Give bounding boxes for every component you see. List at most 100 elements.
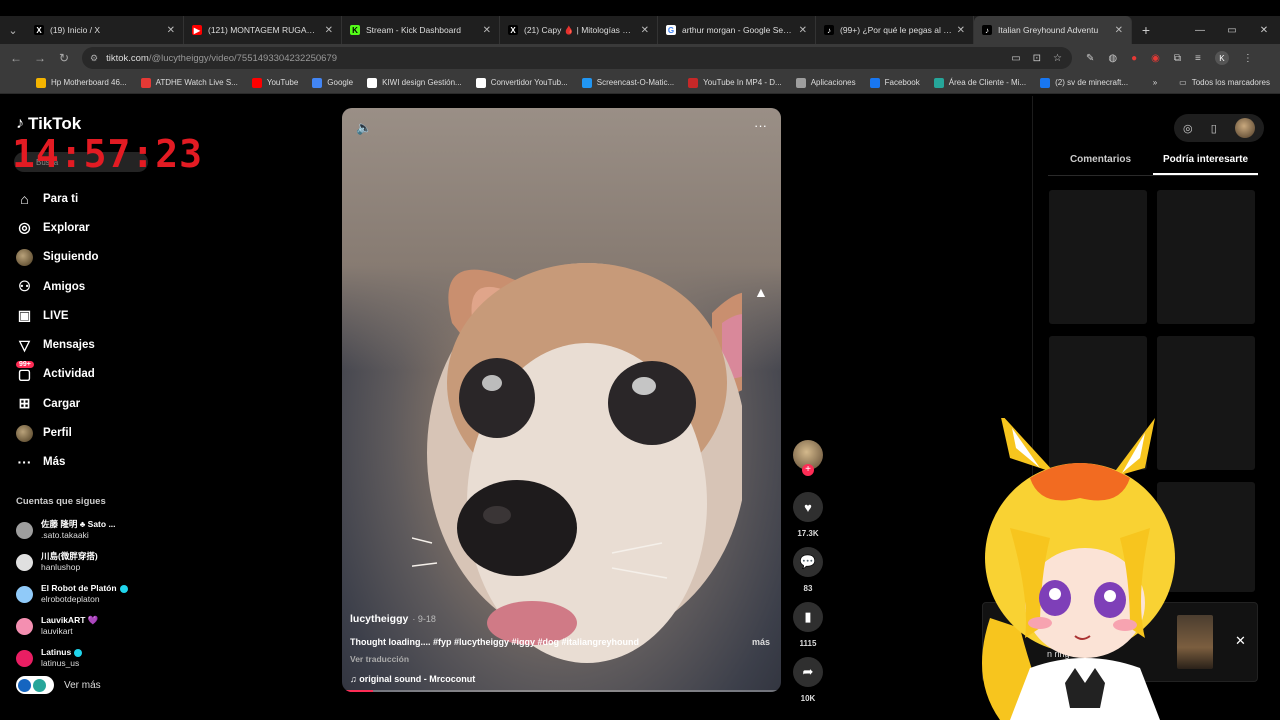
maximize-icon[interactable]: ▭	[1216, 25, 1248, 36]
suggested-video-thumb[interactable]	[1049, 190, 1147, 324]
like-heart-icon[interactable]: ♥	[793, 492, 823, 522]
browser-tab[interactable]: ♪ (99+) ¿Por qué le pegas al femb ✕	[816, 16, 974, 44]
tiktok-logo[interactable]: ♪ TikTok	[16, 114, 81, 134]
forward-icon[interactable]: →	[28, 51, 52, 65]
sidebar-item-mensajes[interactable]: ▽ Mensajes	[16, 330, 156, 359]
see-more-link[interactable]: Ver más	[64, 680, 101, 691]
tab-close-icon[interactable]: ✕	[799, 25, 807, 36]
user-avatar[interactable]	[1234, 118, 1255, 138]
sidebar-item-label: Amigos	[43, 280, 86, 293]
tab-close-icon[interactable]: ✕	[167, 25, 175, 36]
sidebar-item-live[interactable]: ▣ LIVE	[16, 301, 156, 330]
all-bookmarks-folder[interactable]: ▭ Todos los marcadores	[1179, 78, 1270, 87]
device-icon[interactable]: ▯	[1211, 122, 1217, 135]
bookmark-item[interactable]: (2) sv de minecraft...	[1040, 77, 1128, 88]
sidebar-item-actividad[interactable]: ▢ Actividad 99+	[16, 360, 156, 389]
browser-tab[interactable]: ♪ Italian Greyhound Adventu ✕	[974, 16, 1132, 44]
extension-icon-3[interactable]: ●	[1131, 53, 1137, 64]
extension-icon-2[interactable]: ◍	[1108, 53, 1117, 64]
follow-plus-icon[interactable]: +	[802, 464, 814, 476]
url-host: tiktok.com	[106, 52, 149, 64]
tab-close-icon[interactable]: ✕	[1115, 25, 1123, 36]
account-name: 佐藤 隆明 ♣ Sato ...	[41, 519, 116, 529]
sidebar-item-amigos[interactable]: ⚇ Amigos	[16, 272, 156, 301]
tab-search-icon[interactable]: ⌄	[0, 17, 26, 43]
following-account[interactable]: El Robot de Platón elrobotdeplaton	[16, 578, 156, 610]
tab-close-icon[interactable]: ✕	[483, 25, 491, 36]
bookmark-item[interactable]: Google	[312, 77, 353, 88]
sidebar-item-siguiendo[interactable]: Siguiendo	[16, 243, 156, 272]
browser-tab[interactable]: ▶ (121) MONTAGEM RUGADA - Y ✕	[184, 16, 342, 44]
share-icon[interactable]: ➦	[793, 657, 823, 687]
extensions-puzzle-icon[interactable]: ⧉	[1174, 53, 1181, 64]
video-progress-bar[interactable]	[342, 690, 781, 692]
tab-close-icon[interactable]: ✕	[325, 25, 333, 36]
browser-tab[interactable]: X (21) Capy 🩸 | Mitologías ⚡ (✕	[500, 16, 658, 44]
description-more-link[interactable]: más	[752, 637, 770, 647]
suggested-video-thumb[interactable]	[1157, 190, 1255, 324]
bookmark-item[interactable]: Hp Motherboard 46...	[36, 77, 127, 88]
tab-comments[interactable]: Comentarios	[1048, 150, 1153, 175]
sound-label: original sound - Mrcoconut	[359, 674, 476, 684]
browser-menu-icon[interactable]: ⋮	[1243, 53, 1253, 64]
browser-tab[interactable]: Garthur morgan - Google Search ✕	[658, 16, 816, 44]
new-tab-button[interactable]: +	[1132, 22, 1160, 38]
bookmark-item[interactable]: Facebook	[869, 77, 920, 88]
compass-icon[interactable]: ◎	[1183, 122, 1193, 135]
extension-icon-1[interactable]: ✎	[1086, 53, 1094, 64]
profile-avatar-k[interactable]: K	[1214, 51, 1229, 65]
video-options-icon[interactable]: ···	[754, 118, 767, 133]
extension-icon-4[interactable]: ◉	[1151, 53, 1160, 64]
mini-player-close-icon[interactable]: ✕	[1235, 633, 1246, 649]
bookmark-favicon-icon	[688, 77, 699, 88]
volume-icon[interactable]: 🔈	[356, 120, 372, 136]
video-username[interactable]: lucytheiggy	[350, 613, 408, 625]
following-account[interactable]: Latinus latinus_us	[16, 642, 156, 674]
friends-icon: ⚇	[18, 278, 31, 295]
video-player[interactable]: 🔈 ··· lucytheiggy · 9-18 Thought loading.…	[342, 108, 781, 692]
bookmarks-overflow-icon[interactable]: »	[1153, 78, 1157, 87]
bookmark-item[interactable]: Convertidor YouTub...	[475, 77, 568, 88]
minimize-icon[interactable]: —	[1184, 25, 1216, 36]
url-path: /@lucytheiggy/video/7551493304232250679	[148, 52, 338, 64]
see-more-row[interactable]: Ver más	[16, 676, 101, 694]
comment-icon[interactable]: 💬	[793, 547, 823, 577]
see-translation-link[interactable]: Ver traducción	[350, 654, 770, 664]
following-account[interactable]: LauvikART 💜 lauvikart	[16, 610, 156, 642]
account-avatar	[16, 617, 33, 635]
tab-close-icon[interactable]: ✕	[957, 25, 965, 36]
sidebar-item-explorar[interactable]: ◎ Explorar	[16, 213, 156, 242]
following-account[interactable]: 佐藤 隆明 ♣ Sato ... .sato.takaaki	[16, 514, 156, 546]
bookmark-star-icon[interactable]: ☆	[1053, 53, 1062, 64]
bookmark-item[interactable]: KIWI design Gestión...	[367, 77, 462, 88]
close-window-icon[interactable]: ✕	[1248, 25, 1280, 36]
back-icon[interactable]: ←	[4, 51, 28, 65]
browser-tab[interactable]: K Stream - Kick Dashboard ✕	[342, 16, 500, 44]
tab-suggested[interactable]: Podría interesarte	[1153, 150, 1258, 175]
cast-icon[interactable]: ▭	[1011, 53, 1020, 64]
sound-link[interactable]: ♫ original sound - Mrcoconut	[350, 674, 770, 684]
bookmark-item[interactable]: ATDHE Watch Live S...	[140, 77, 238, 88]
video-author[interactable]: lucytheiggy · 9-18	[350, 613, 770, 625]
bookmark-item[interactable]: YouTube	[251, 77, 298, 88]
sidebar-item-para-ti[interactable]: ⌂ Para ti	[16, 184, 156, 213]
bookmark-item[interactable]: YouTube In MP4 - D...	[688, 77, 782, 88]
sidebar-item-perfil[interactable]: Perfil	[16, 418, 156, 447]
reload-icon[interactable]: ↻	[52, 51, 76, 65]
sidebar-item-cargar[interactable]: ⊞ Cargar	[16, 389, 156, 418]
creator-avatar[interactable]: +	[793, 440, 823, 476]
browser-tab[interactable]: X (19) Inicio / X ✕	[26, 16, 184, 44]
browser-tab-bar: ⌄ X (19) Inicio / X ✕ ▶ (121) MONTAGEM RUGAD…	[0, 16, 1280, 44]
sidebar-item-label: Cargar	[43, 397, 81, 410]
tab-close-icon[interactable]: ✕	[641, 25, 649, 36]
translate-icon[interactable]: ⊡	[1033, 53, 1041, 64]
bookmark-item[interactable]: Aplicaciones	[795, 77, 856, 88]
bookmark-item[interactable]: Screencast-O-Matic...	[581, 77, 674, 88]
following-account[interactable]: 川島(微胖穿搭) hanlushop	[16, 546, 156, 578]
bookmark-item[interactable]: Área de Cliente - Mi...	[933, 77, 1026, 88]
sidebar-item-m-s[interactable]: ··· Más	[16, 448, 156, 477]
bookmark-icon[interactable]: ▮	[793, 602, 823, 632]
media-controls-icon[interactable]: ≡	[1195, 53, 1201, 64]
site-info-icon[interactable]: ⚙	[90, 53, 98, 64]
url-input[interactable]: ⚙ tiktok.com/@lucytheiggy/video/75514933…	[82, 47, 1072, 69]
